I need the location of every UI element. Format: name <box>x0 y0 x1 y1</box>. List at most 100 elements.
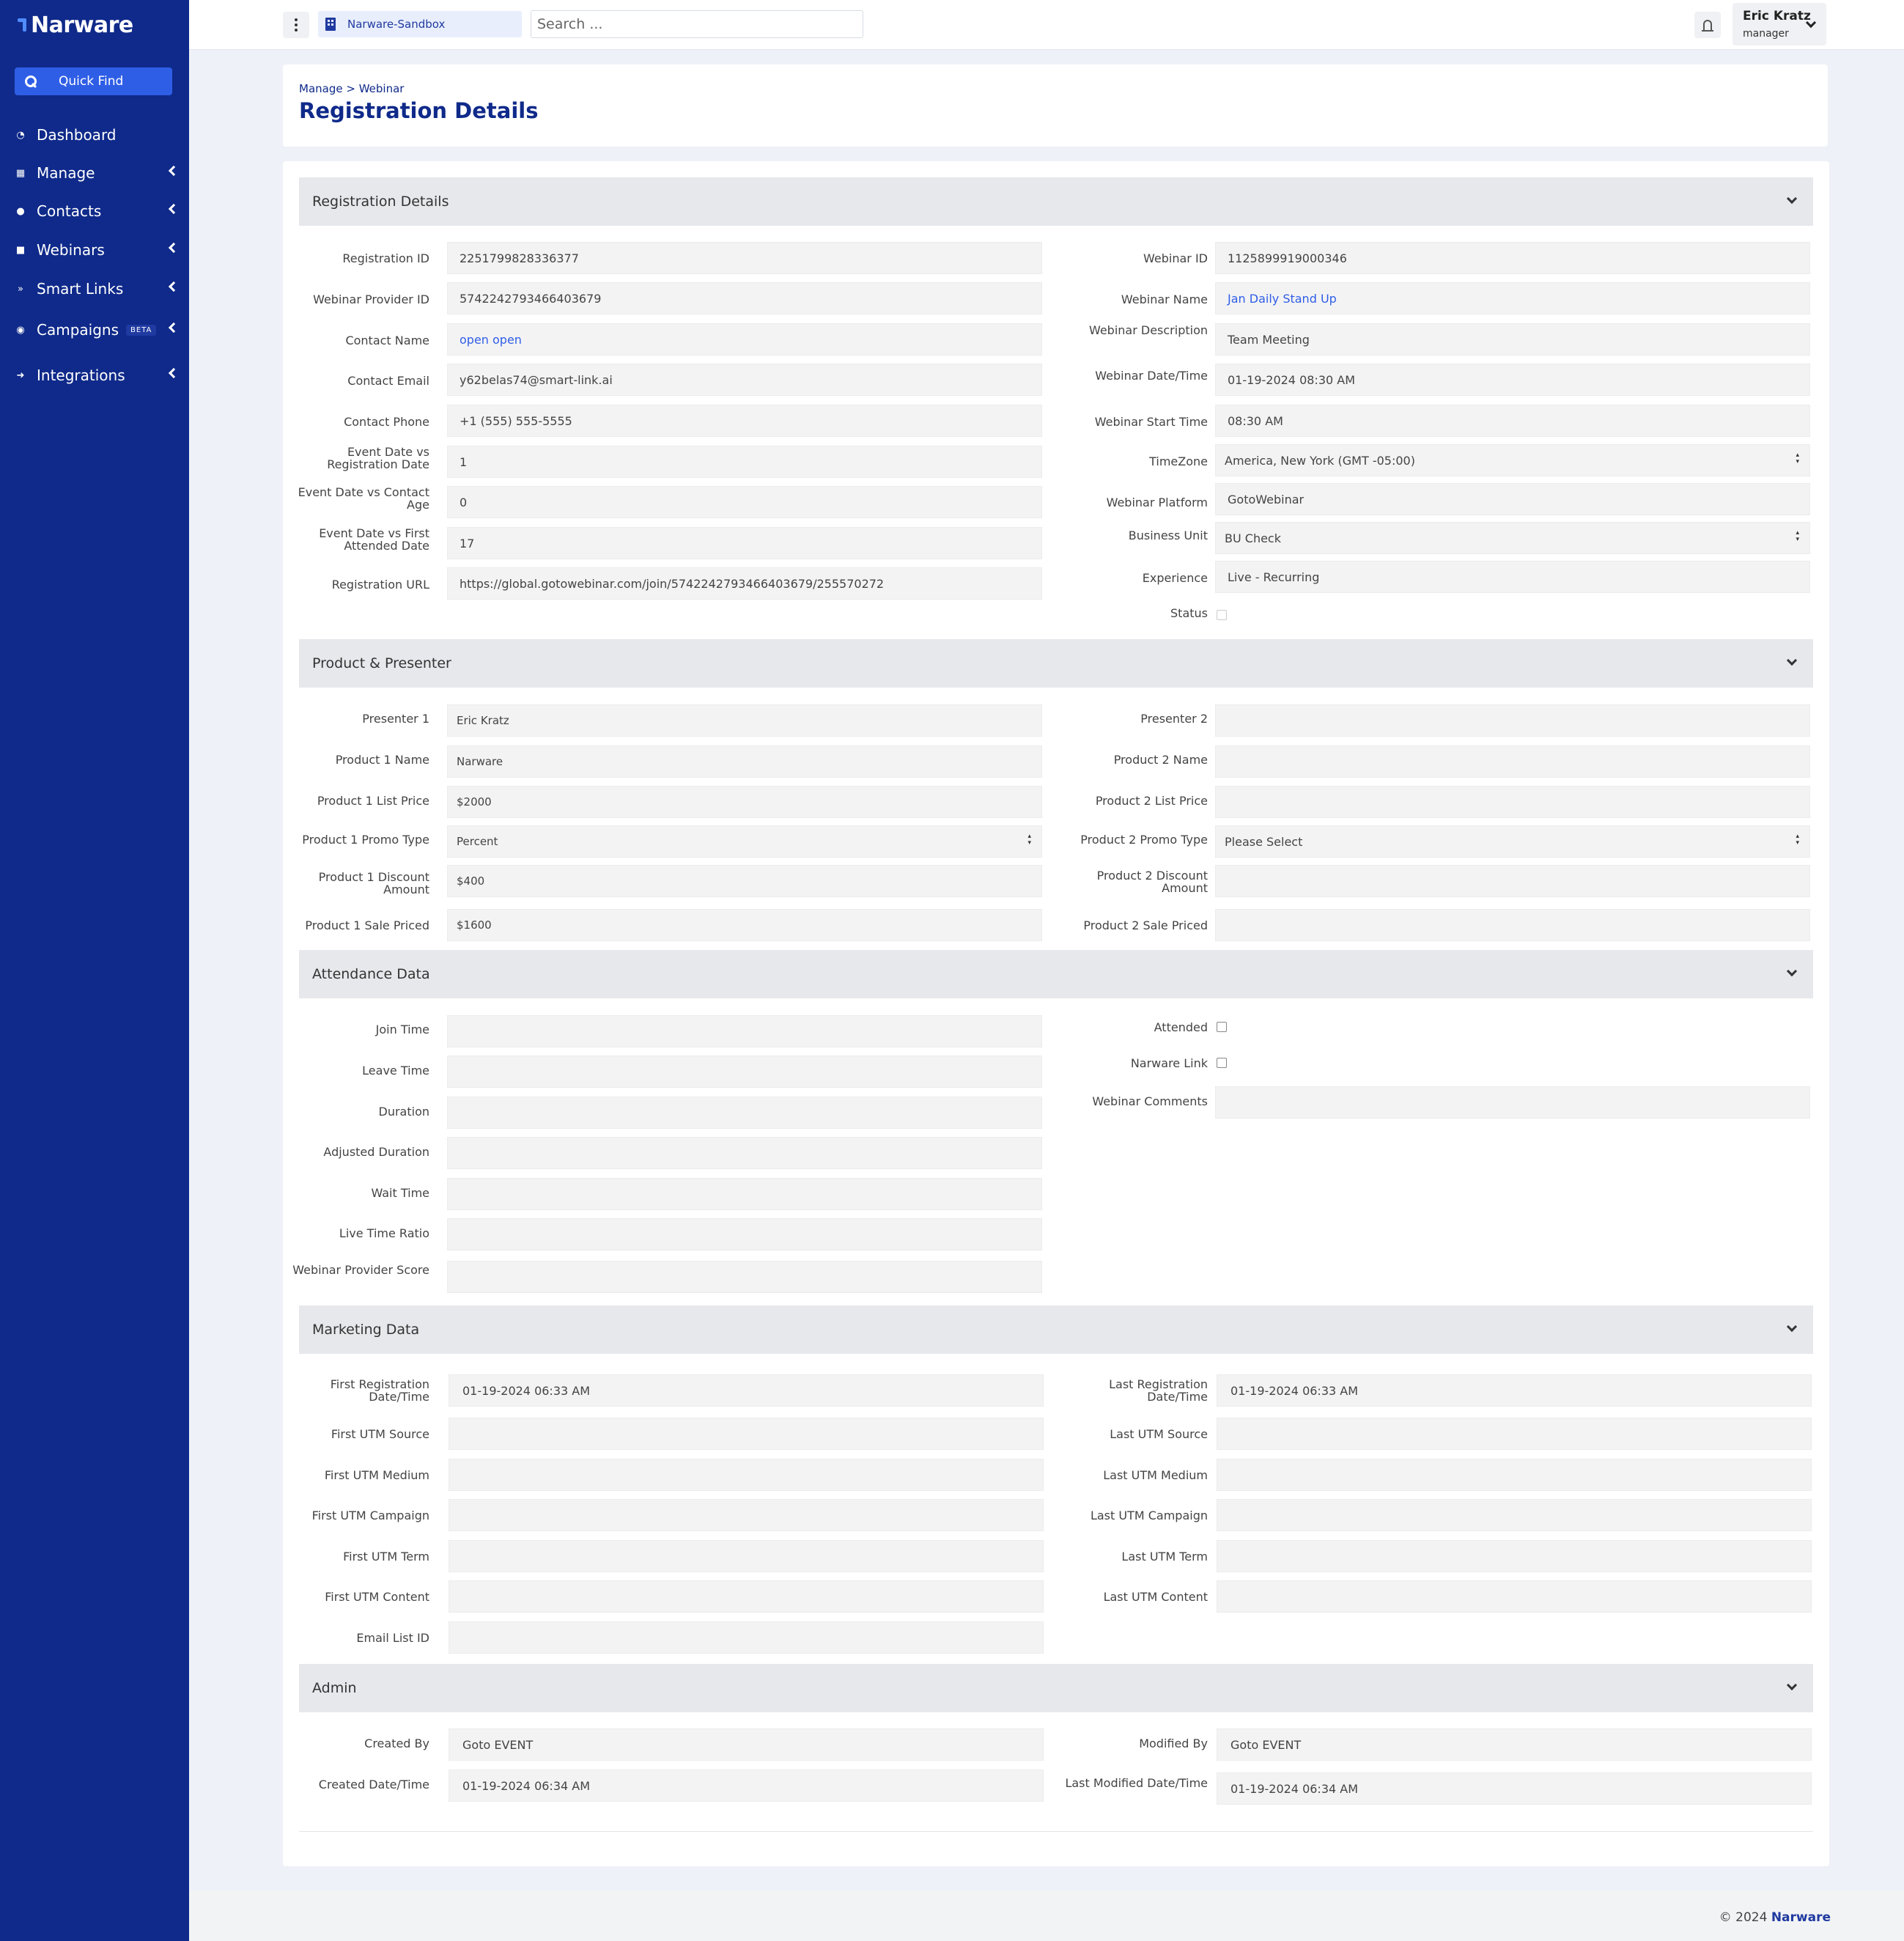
field-label: Registration ID <box>342 251 429 265</box>
sidebar-item-smart-links[interactable]: » Smart Links <box>0 274 189 303</box>
sidebar-item-label: Smart Links <box>37 280 124 298</box>
last-registration-datetime-field[interactable]: 01-19-2024 06:33 AM <box>1217 1374 1812 1407</box>
field-label: Webinar Comments <box>1092 1094 1208 1108</box>
org-name: Narware-Sandbox <box>347 18 446 31</box>
breadcrumb-manage[interactable]: Manage <box>299 82 343 95</box>
sidebar-item-dashboard[interactable]: ◔ Dashboard <box>0 120 189 150</box>
created-by-field[interactable]: Goto EVENT <box>449 1728 1044 1761</box>
wait-time-field[interactable] <box>447 1178 1042 1210</box>
event-vs-first-attended-field[interactable]: 17 <box>447 527 1042 559</box>
event-vs-contact-age-field[interactable]: 0 <box>447 486 1042 518</box>
status-checkbox[interactable] <box>1217 610 1227 620</box>
field-label: Wait Time <box>371 1186 429 1200</box>
attended-checkbox[interactable] <box>1217 1022 1227 1032</box>
last-utm-medium-field[interactable] <box>1217 1459 1812 1491</box>
field-label: Last UTM Source <box>1110 1427 1208 1441</box>
webinar-datetime-field[interactable]: 01-19-2024 08:30 AM <box>1215 364 1810 396</box>
registration-id-field[interactable]: 2251799828336377 <box>447 242 1042 274</box>
last-utm-campaign-field[interactable] <box>1217 1499 1812 1531</box>
created-datetime-field[interactable]: 01-19-2024 06:34 AM <box>449 1769 1044 1802</box>
campaigns-icon: ◉ <box>16 324 25 336</box>
modified-by-field[interactable]: Goto EVENT <box>1217 1728 1812 1761</box>
webinar-comments-field[interactable] <box>1215 1086 1810 1119</box>
section-attendance-data[interactable]: Attendance Data <box>299 950 1813 998</box>
breadcrumb-webinar[interactable]: Webinar <box>359 82 405 95</box>
adjusted-duration-field[interactable] <box>447 1137 1042 1169</box>
product-2-sale-price-field[interactable] <box>1215 909 1810 941</box>
sidebar-item-contacts[interactable]: ● Contacts <box>0 196 189 226</box>
last-utm-content-field[interactable] <box>1217 1580 1812 1613</box>
first-utm-term-field[interactable] <box>449 1540 1044 1572</box>
section-title: Product & Presenter <box>312 655 451 671</box>
user-menu[interactable]: Eric Kratz manager <box>1733 3 1826 45</box>
footer-brand-link[interactable]: Narware <box>1771 1910 1831 1925</box>
field-label: Modified By <box>1139 1736 1208 1750</box>
product-2-name-field[interactable] <box>1215 745 1810 778</box>
product-1-promo-type-select[interactable]: Percent <box>447 825 1042 858</box>
sidebar-item-manage[interactable]: ▦ Manage <box>0 158 189 188</box>
divider <box>299 1831 1813 1832</box>
duration-field[interactable] <box>447 1097 1042 1129</box>
presenter-2-field[interactable] <box>1215 704 1810 737</box>
field-label: Product 2 List Price <box>1095 794 1208 808</box>
notifications-button[interactable] <box>1694 12 1721 38</box>
product-1-discount-field[interactable]: $400 <box>447 865 1042 897</box>
chevron-left-icon <box>168 281 180 292</box>
experience-field[interactable]: Live - Recurring <box>1215 561 1810 593</box>
last-modified-datetime-field[interactable]: 01-19-2024 06:34 AM <box>1217 1772 1812 1805</box>
search-input[interactable] <box>531 10 863 38</box>
webinar-name-link[interactable]: Jan Daily Stand Up <box>1215 282 1810 314</box>
contact-phone-field[interactable]: +1 (555) 555-5555 <box>447 405 1042 437</box>
product-2-promo-type-select[interactable]: Please Select <box>1215 825 1810 858</box>
field-label: Webinar Platform <box>1106 496 1208 509</box>
registration-url-field[interactable]: https://global.gotowebinar.com/join/5742… <box>447 567 1042 600</box>
webinar-id-field[interactable]: 1125899919000346 <box>1215 242 1810 274</box>
product-1-list-price-field[interactable]: $2000 <box>447 786 1042 818</box>
last-utm-source-field[interactable] <box>1217 1418 1812 1450</box>
section-admin[interactable]: Admin <box>299 1664 1813 1712</box>
field-label: Adjusted Duration <box>323 1145 429 1159</box>
field-label: Product 2 Sale Priced <box>1083 918 1208 932</box>
more-menu-button[interactable] <box>283 12 309 38</box>
sidebar-item-integrations[interactable]: ➜ Integrations <box>0 361 189 390</box>
field-label: Event Date vs First Attended Date <box>319 526 429 553</box>
presenter-1-field[interactable]: Eric Kratz <box>447 704 1042 737</box>
join-time-field[interactable] <box>447 1015 1042 1047</box>
first-utm-campaign-field[interactable] <box>449 1499 1044 1531</box>
sidebar-item-webinars[interactable]: ■ Webinars <box>0 235 189 265</box>
quick-find-button[interactable]: Quick Find <box>15 67 172 95</box>
first-registration-datetime-field[interactable]: 01-19-2024 06:33 AM <box>449 1374 1044 1407</box>
section-marketing-data[interactable]: Marketing Data <box>299 1305 1813 1354</box>
narware-link-checkbox[interactable] <box>1217 1058 1227 1068</box>
live-time-ratio-field[interactable] <box>447 1218 1042 1251</box>
email-list-id-field[interactable] <box>449 1621 1044 1654</box>
section-registration-details[interactable]: Registration Details <box>299 177 1813 226</box>
field-label: Attended <box>1154 1020 1208 1034</box>
product-2-discount-field[interactable] <box>1215 865 1810 897</box>
field-label: First UTM Source <box>331 1427 429 1441</box>
webinar-provider-id-field[interactable]: 5742242793466403679 <box>447 282 1042 314</box>
last-utm-term-field[interactable] <box>1217 1540 1812 1572</box>
timezone-select[interactable]: America, New York (GMT -05:00) <box>1215 444 1810 476</box>
product-2-list-price-field[interactable] <box>1215 786 1810 818</box>
first-utm-medium-field[interactable] <box>449 1459 1044 1491</box>
webinar-provider-score-field[interactable] <box>447 1261 1042 1293</box>
business-unit-select[interactable]: BU Check <box>1215 522 1810 554</box>
event-vs-registration-field[interactable]: 1 <box>447 446 1042 478</box>
org-selector[interactable]: Narware-Sandbox <box>318 11 522 37</box>
contact-email-field[interactable]: y62belas74@smart-link.ai <box>447 364 1042 396</box>
product-1-name-field[interactable]: Narware <box>447 745 1042 778</box>
search-icon <box>25 75 37 87</box>
leave-time-field[interactable] <box>447 1056 1042 1088</box>
first-utm-content-field[interactable] <box>449 1580 1044 1613</box>
field-label: Webinar Name <box>1121 292 1208 306</box>
logo[interactable]: Narware <box>16 10 133 40</box>
first-utm-source-field[interactable] <box>449 1418 1044 1450</box>
webinar-start-time-field[interactable]: 08:30 AM <box>1215 405 1810 437</box>
webinar-description-field[interactable]: Team Meeting <box>1215 323 1810 356</box>
contact-name-link[interactable]: open open <box>447 323 1042 356</box>
sidebar-item-campaigns[interactable]: ◉ Campaigns BETA <box>0 315 189 345</box>
webinar-platform-field[interactable]: GotoWebinar <box>1215 483 1810 515</box>
product-1-sale-price-field[interactable]: $1600 <box>447 909 1042 941</box>
section-product-presenter[interactable]: Product & Presenter <box>299 639 1813 688</box>
